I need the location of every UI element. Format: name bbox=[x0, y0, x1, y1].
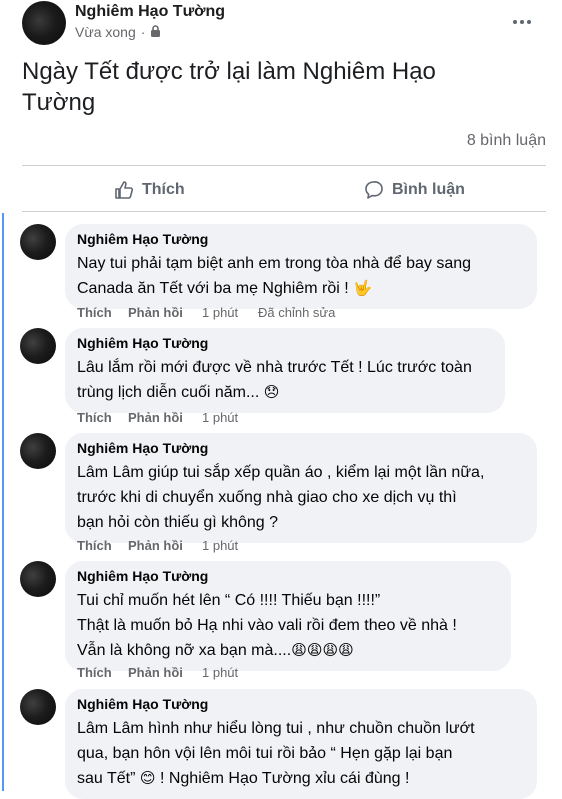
author-avatar[interactable] bbox=[22, 1, 66, 45]
comment-line: trước khi di chuyển xuống nhà giao cho x… bbox=[77, 489, 457, 506]
comment-actions: Thích Phản hồi 1 phút bbox=[77, 410, 238, 425]
comment-actions: Thích Phản hồi 1 phút bbox=[77, 665, 238, 680]
post-text-line: Tường bbox=[22, 89, 96, 116]
comment-count[interactable]: 8 bình luận bbox=[467, 132, 546, 150]
comment-reply-link[interactable]: Phản hồi bbox=[128, 410, 202, 425]
edited-label[interactable]: Đã chỉnh sửa bbox=[258, 305, 335, 320]
comment-actions: Thích Phản hồi 1 phút Đã chỉnh sửa bbox=[77, 305, 335, 320]
meta-separator: · bbox=[140, 24, 146, 40]
like-label: Thích bbox=[142, 181, 185, 198]
comment-line: Vẫn là không nỡ xa bạn mà....😩😩😩😩 bbox=[77, 638, 499, 663]
comment-actions: Thích Phản hồi 1 phút bbox=[77, 538, 238, 553]
comment-author[interactable]: Nghiêm Hạo Tường bbox=[77, 230, 525, 248]
comment-like-link[interactable]: Thích bbox=[77, 538, 128, 553]
post-meta: Vừa xong · bbox=[75, 24, 161, 40]
lock-icon[interactable] bbox=[150, 24, 161, 40]
post-text-line: Ngày Tết được trở lại làm Nghiêm Hạo bbox=[22, 58, 436, 85]
post-author-name[interactable]: Nghiêm Hạo Tường bbox=[75, 3, 225, 21]
comment-line-text: sau Tết” bbox=[77, 770, 136, 787]
comment-bubble: Nghiêm Hạo Tường Tui chỉ muốn hét lên “ … bbox=[65, 561, 511, 671]
comment-text: Lâu lắm rồi mới được về nhà trước Tết ! … bbox=[77, 355, 493, 405]
divider bbox=[22, 211, 546, 212]
comment-label: Bình luận bbox=[392, 181, 465, 198]
comment-line-text: trùng lịch diễn cuối năm... bbox=[77, 384, 260, 401]
thread-indicator bbox=[2, 213, 4, 791]
comment-like-link[interactable]: Thích bbox=[77, 305, 128, 320]
post-time[interactable]: Vừa xong bbox=[75, 24, 136, 40]
comment-line: trùng lịch diễn cuối năm... 😞 bbox=[77, 380, 493, 405]
comment-avatar[interactable] bbox=[20, 689, 56, 725]
comment-author[interactable]: Nghiêm Hạo Tường bbox=[77, 695, 525, 713]
comment-avatar[interactable] bbox=[20, 224, 56, 260]
rock-on-emoji: 🤟 bbox=[353, 280, 372, 297]
comment-author[interactable]: Nghiêm Hạo Tường bbox=[77, 439, 525, 457]
like-button[interactable]: Thích bbox=[114, 178, 185, 202]
comment-line-text: ! Nghiêm Hạo Tường xỉu cái đùng ! bbox=[159, 770, 410, 787]
comment-line: Tui chỉ muốn hét lên “ Có !!!! Thiếu bạn… bbox=[77, 592, 381, 609]
comment-bubble: Nghiêm Hạo Tường Lâm Lâm hình như hiểu l… bbox=[65, 689, 537, 799]
post-text: Ngày Tết được trở lại làm Nghiêm Hạo Tườ… bbox=[22, 56, 542, 118]
divider bbox=[22, 165, 546, 166]
comment-line: sau Tết” 😊 ! Nghiêm Hạo Tường xỉu cái đù… bbox=[77, 766, 525, 791]
smiling-face-emoji: 😊 bbox=[139, 770, 156, 787]
post-header: Nghiêm Hạo Tường Vừa xong · bbox=[22, 0, 542, 48]
comment-text: Nay tui phải tạm biệt anh em trong tòa n… bbox=[77, 251, 525, 301]
sad-face-emoji: 😞 bbox=[263, 384, 280, 401]
comment-line: qua, bạn hôn vội lên môi tui rồi bảo “ H… bbox=[77, 745, 453, 762]
comment-text: Tui chỉ muốn hét lên “ Có !!!! Thiếu bạn… bbox=[77, 588, 499, 663]
comment-text: Lâm Lâm hình như hiểu lòng tui , như chu… bbox=[77, 716, 525, 791]
comment-author[interactable]: Nghiêm Hạo Tường bbox=[77, 334, 493, 352]
comment-time[interactable]: 1 phút bbox=[202, 665, 238, 680]
comment-author[interactable]: Nghiêm Hạo Tường bbox=[77, 567, 499, 585]
weary-face-emoji: 😩😩😩😩 bbox=[291, 642, 354, 659]
comment-like-link[interactable]: Thích bbox=[77, 410, 128, 425]
comment-line: bạn hỏi còn thiếu gì không ? bbox=[77, 514, 279, 531]
comment-like-link[interactable]: Thích bbox=[77, 665, 128, 680]
comment-line: Lâm Lâm hình như hiểu lòng tui , như chu… bbox=[77, 720, 475, 737]
comment-line: Thật là muốn bỏ Hạ nhi vào vali rồi đem … bbox=[77, 617, 457, 634]
comment-bubble: Nghiêm Hạo Tường Lâu lắm rồi mới được về… bbox=[65, 328, 505, 413]
comment-text: Lâm Lâm giúp tui sắp xếp quần áo , kiểm … bbox=[77, 460, 525, 535]
comment-line-text: Canada ăn Tết với ba mẹ Nghiêm rồi ! bbox=[77, 280, 349, 297]
more-options-icon[interactable] bbox=[510, 10, 534, 34]
comment-line: Nay tui phải tạm biệt anh em trong tòa n… bbox=[77, 255, 472, 272]
comment-time[interactable]: 1 phút bbox=[202, 538, 238, 553]
comment-reply-link[interactable]: Phản hồi bbox=[128, 305, 202, 320]
comment-time[interactable]: 1 phút bbox=[202, 305, 258, 320]
comment-button[interactable]: Bình luận bbox=[364, 178, 465, 202]
comment-avatar[interactable] bbox=[20, 433, 56, 469]
comment-line-text: Vẫn là không nỡ xa bạn mà.... bbox=[77, 642, 292, 659]
comment-line: Lâm Lâm giúp tui sắp xếp quần áo , kiểm … bbox=[77, 464, 485, 481]
comment-time[interactable]: 1 phút bbox=[202, 410, 238, 425]
comment-avatar[interactable] bbox=[20, 328, 56, 364]
comment-line: Lâu lắm rồi mới được về nhà trước Tết ! … bbox=[77, 359, 472, 376]
comment-bubble: Nghiêm Hạo Tường Nay tui phải tạm biệt a… bbox=[65, 224, 537, 309]
comment-bubble: Nghiêm Hạo Tường Lâm Lâm giúp tui sắp xế… bbox=[65, 433, 537, 543]
comment-bubble-icon bbox=[364, 180, 384, 200]
comment-reply-link[interactable]: Phản hồi bbox=[128, 665, 202, 680]
comment-line: Canada ăn Tết với ba mẹ Nghiêm rồi ! 🤟 bbox=[77, 276, 525, 301]
comment-avatar[interactable] bbox=[20, 561, 56, 597]
thumbs-up-icon bbox=[114, 180, 134, 200]
comment-reply-link[interactable]: Phản hồi bbox=[128, 538, 202, 553]
